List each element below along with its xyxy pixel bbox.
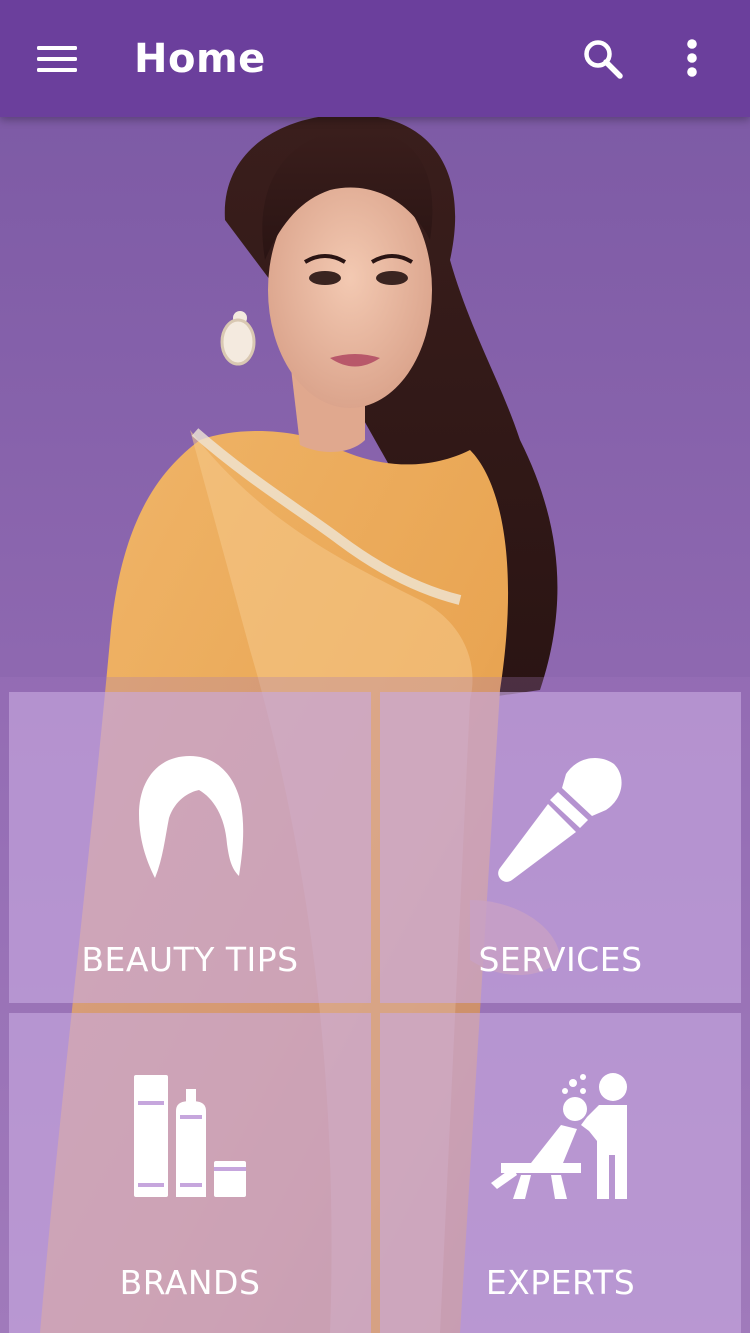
- more-vert-icon: [687, 39, 697, 77]
- tile-brands[interactable]: BRANDS: [9, 1013, 371, 1333]
- more-options-button[interactable]: [662, 24, 722, 94]
- hair-icon: [9, 754, 371, 884]
- menu-button[interactable]: [22, 24, 92, 94]
- tile-label-brands: BRANDS: [119, 1263, 261, 1302]
- page-title: Home: [134, 36, 266, 82]
- makeup-brush-icon: [380, 754, 741, 884]
- tile-experts[interactable]: EXPERTS: [380, 1013, 741, 1333]
- tile-label-beauty-tips: BEAUTY TIPS: [81, 940, 299, 979]
- hamburger-menu-icon: [37, 46, 77, 72]
- home-screen: Home BEAUTY TIPS SERVICES BRANDS EXPERTS: [0, 0, 750, 1333]
- cosmetic-bottles-icon: [9, 1071, 371, 1201]
- app-bar: Home: [0, 0, 750, 117]
- tile-services[interactable]: SERVICES: [380, 692, 741, 1003]
- salon-chair-stylist-icon: [380, 1071, 741, 1201]
- tile-beauty-tips[interactable]: BEAUTY TIPS: [9, 692, 371, 1003]
- tile-label-experts: EXPERTS: [485, 1263, 636, 1302]
- search-button[interactable]: [568, 24, 638, 94]
- search-icon: [584, 40, 623, 79]
- tile-label-services: SERVICES: [478, 940, 643, 979]
